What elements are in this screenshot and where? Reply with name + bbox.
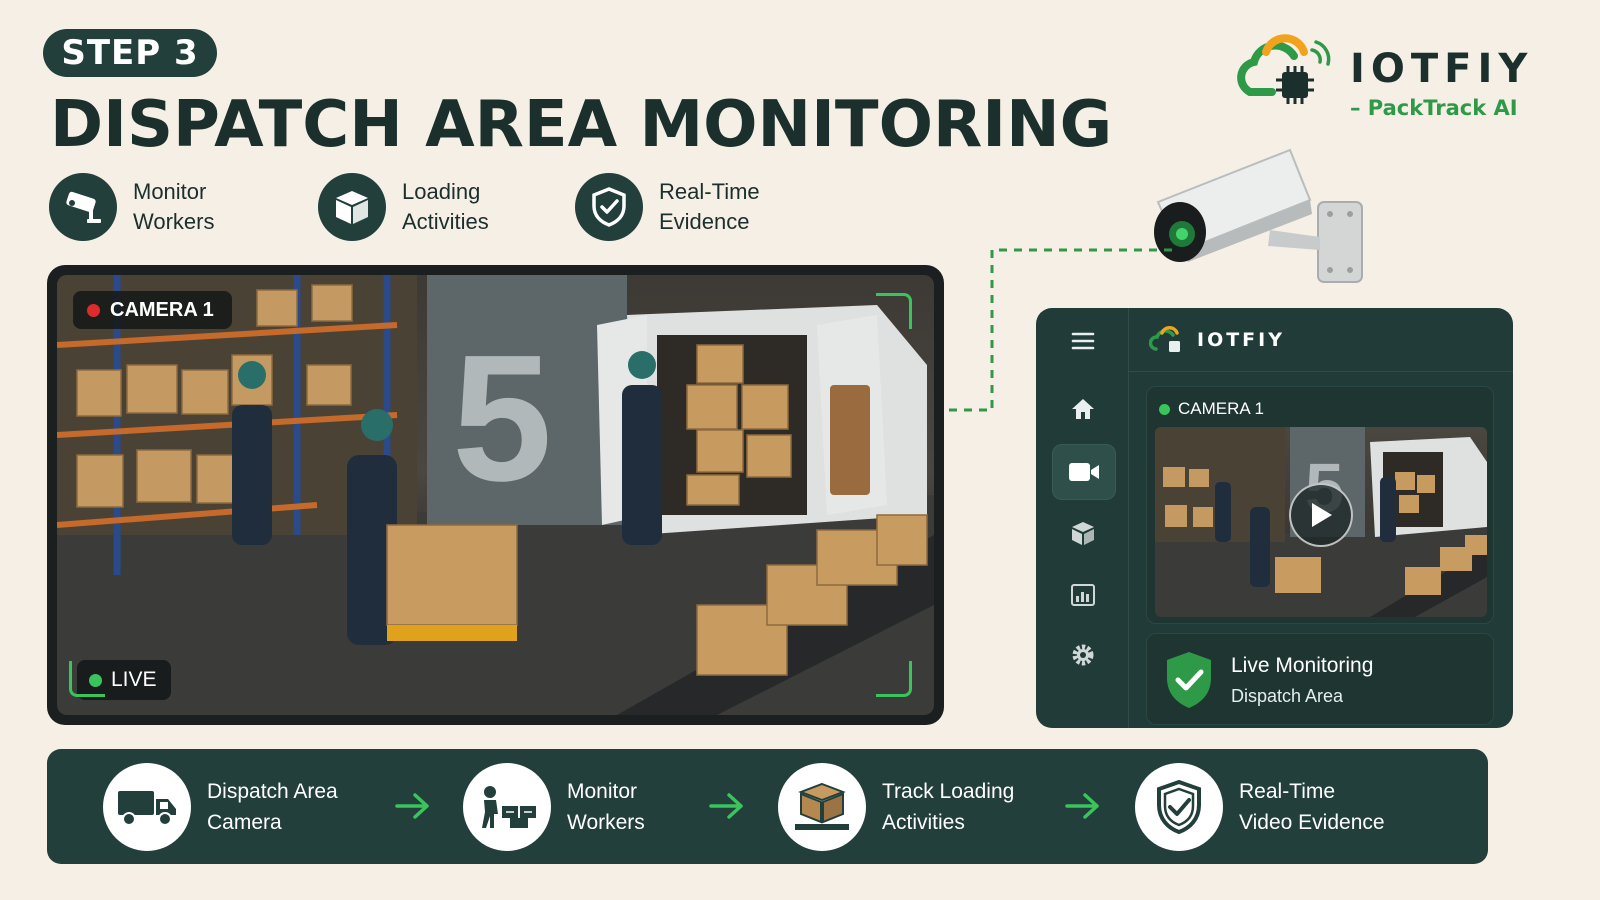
chart-icon bbox=[1071, 584, 1095, 606]
video-camera-icon bbox=[1069, 463, 1099, 481]
flow-step-line2: Activities bbox=[882, 811, 965, 834]
feature-label-line2: Evidence bbox=[659, 209, 750, 234]
play-icon bbox=[1312, 503, 1332, 527]
feature-monitor-workers: Monitor Workers bbox=[49, 172, 283, 242]
workers-icon bbox=[463, 763, 551, 851]
camera-label: CAMERA 1 bbox=[110, 298, 214, 321]
camera-label-tag: CAMERA 1 bbox=[73, 291, 232, 329]
status-card: Live Monitoring Dispatch Area bbox=[1146, 633, 1494, 725]
status-title: Live Monitoring bbox=[1231, 654, 1374, 677]
feature-label-line1: Monitor bbox=[133, 179, 207, 204]
home-icon bbox=[1072, 399, 1094, 419]
shield-check-icon bbox=[1167, 652, 1211, 708]
camera-thumbnail[interactable]: 5 bbox=[1155, 427, 1487, 617]
brand-logo: IOTFIY – PackTrack AI bbox=[1232, 30, 1527, 130]
step-badge: STEP 3 bbox=[43, 29, 217, 77]
live-label: LIVE bbox=[111, 668, 157, 691]
gear-icon bbox=[1072, 644, 1094, 666]
online-dot-icon bbox=[1159, 403, 1170, 415]
app-header: IOTFIY bbox=[1129, 308, 1513, 372]
arrow-right-icon bbox=[709, 793, 743, 819]
sidebar-item-settings[interactable] bbox=[1058, 630, 1108, 680]
feature-real-time-evidence: Real-Time Evidence bbox=[575, 172, 809, 242]
brand-name: IOTFIY bbox=[1350, 46, 1534, 92]
camera-feed-panel[interactable]: 5 CAMERA 1 LIVE bbox=[47, 265, 944, 725]
feature-loading-activities: Loading Activities bbox=[318, 172, 552, 242]
sidebar-item-analytics[interactable] bbox=[1058, 570, 1108, 620]
cloud-chip-icon bbox=[1237, 34, 1331, 104]
flow-step-line1: Dispatch Area bbox=[207, 780, 338, 803]
camera-card-label: CAMERA 1 bbox=[1178, 399, 1264, 418]
brand-subtitle: – PackTrack AI bbox=[1350, 96, 1518, 120]
dock-number: 5 bbox=[452, 318, 552, 519]
feature-label-line2: Workers bbox=[133, 209, 215, 234]
shield-check-icon bbox=[1135, 763, 1223, 851]
sidebar-item-home[interactable] bbox=[1058, 384, 1108, 434]
feature-label-line1: Loading bbox=[402, 179, 481, 204]
box-icon bbox=[1072, 522, 1094, 545]
box-icon bbox=[318, 173, 386, 241]
play-button[interactable] bbox=[1289, 483, 1353, 547]
page-title: DISPATCH AREA MONITORING bbox=[50, 88, 1113, 162]
sidebar-item-packages[interactable] bbox=[1058, 508, 1108, 558]
menu-icon bbox=[1071, 332, 1095, 350]
security-camera-icon bbox=[1154, 148, 1363, 283]
arrow-right-icon bbox=[1065, 793, 1099, 819]
flow-step-line1: Real-Time bbox=[1239, 780, 1336, 803]
frame-corner-top-right bbox=[876, 293, 912, 329]
flow-step-line2: Camera bbox=[207, 811, 282, 834]
camera-feed-video[interactable]: 5 CAMERA 1 LIVE bbox=[57, 275, 934, 715]
pallet-boxes-icon bbox=[778, 763, 866, 851]
status-subtitle: Dispatch Area bbox=[1231, 686, 1344, 706]
camera-card[interactable]: CAMERA 1 5 bbox=[1146, 386, 1494, 624]
app-brand-name: IOTFIY bbox=[1197, 328, 1285, 351]
flow-step-dispatch-camera: Dispatch Area Camera bbox=[103, 763, 407, 851]
camera-card-title: CAMERA 1 bbox=[1159, 399, 1264, 419]
cctv-icon bbox=[49, 173, 117, 241]
cloud-chip-icon bbox=[1149, 325, 1180, 352]
shield-check-icon bbox=[575, 173, 643, 241]
arrow-right-icon bbox=[395, 793, 429, 819]
flow-step-line2: Video Evidence bbox=[1239, 811, 1385, 834]
flow-step-track-loading: Track Loading Activities bbox=[778, 763, 1082, 851]
feature-label-line1: Real-Time bbox=[659, 179, 760, 204]
flow-step-video-evidence: Real-Time Video Evidence bbox=[1135, 763, 1439, 851]
process-flow-bar: Dispatch Area Camera Monitor Workers Tra… bbox=[47, 749, 1488, 864]
menu-button[interactable] bbox=[1058, 316, 1108, 366]
app-dashboard: IOTFIY CAMERA 1 5 bbox=[1036, 308, 1513, 728]
recording-dot-icon bbox=[87, 303, 100, 317]
feature-label-line2: Activities bbox=[402, 209, 489, 234]
app-sidebar bbox=[1036, 308, 1129, 728]
frame-corner-bottom-left bbox=[69, 661, 105, 697]
truck-icon bbox=[103, 763, 191, 851]
frame-corner-bottom-right bbox=[876, 661, 912, 697]
sidebar-item-camera[interactable] bbox=[1052, 444, 1116, 500]
flow-step-line1: Track Loading bbox=[882, 780, 1015, 803]
